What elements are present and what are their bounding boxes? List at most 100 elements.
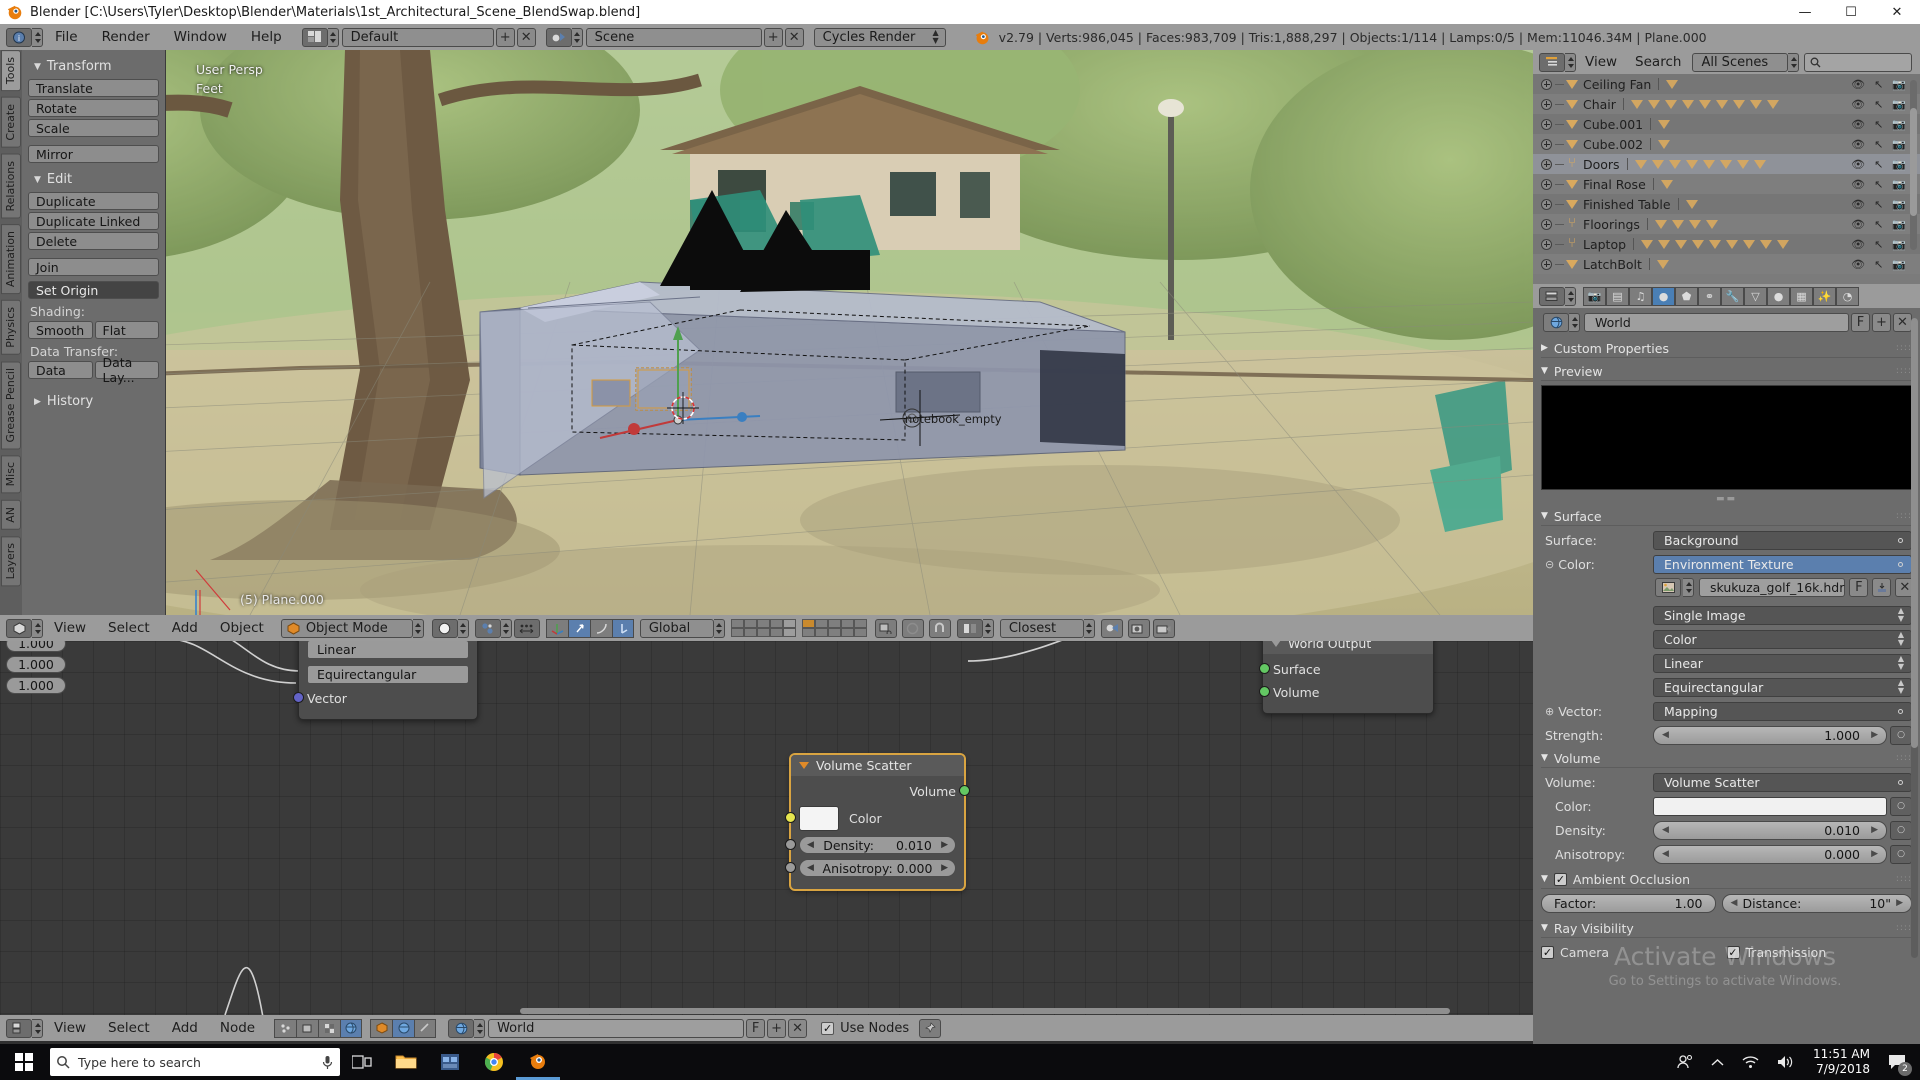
snap-element-icon[interactable]	[956, 618, 983, 638]
node-fake-user-button[interactable]: F	[746, 1018, 766, 1038]
outliner-child-data-icon[interactable]	[1705, 219, 1718, 229]
outliner-row[interactable]: Chair 👁 ↖ 📷	[1533, 94, 1920, 114]
section-header-volume[interactable]: ▼ Volume ::::	[1541, 749, 1912, 768]
render-tab-icon[interactable]: 📷	[1583, 286, 1606, 306]
volume-density-animate-button[interactable]: ○	[1890, 820, 1912, 840]
world-unlink-button[interactable]: ✕	[1893, 313, 1912, 332]
outliner-child-data-icon[interactable]	[1732, 99, 1745, 109]
render-still-icon[interactable]	[1127, 618, 1150, 638]
shader-target-buttons[interactable]	[370, 1018, 437, 1038]
volume-color-swatch[interactable]	[1653, 796, 1887, 816]
side-value-1[interactable]: 1.000	[6, 656, 66, 673]
outliner-row[interactable]: ⑂ Laptop 👁 ↖ 📷	[1533, 234, 1920, 254]
lock-to-scene-icon[interactable]	[874, 618, 897, 638]
snap-target-spinner[interactable]	[1083, 618, 1095, 638]
eye-icon[interactable]: 👁	[1851, 238, 1865, 251]
outliner-child-data-icon[interactable]	[1709, 239, 1722, 249]
outliner-child-data-icon[interactable]	[1692, 239, 1705, 249]
cursor-icon[interactable]: ↖	[1874, 118, 1883, 131]
world-name-field[interactable]: World	[1584, 313, 1849, 332]
scene-icon[interactable]	[545, 27, 572, 47]
physics-tab-icon[interactable]: ◔	[1836, 286, 1859, 306]
properties-editor-icon[interactable]	[1539, 286, 1565, 306]
volume-shader-field[interactable]: Volume Scatter	[1653, 772, 1912, 792]
outliner-child-data-icon[interactable]	[1656, 259, 1669, 269]
cursor-icon[interactable]: ↖	[1874, 98, 1883, 111]
cursor-icon[interactable]: ↖	[1874, 178, 1883, 191]
add-screen-button[interactable]: +	[495, 27, 515, 47]
section-header-surface[interactable]: ▼ Surface ::::	[1541, 507, 1912, 526]
outliner-child-data-icon[interactable]	[1753, 159, 1766, 169]
shader-type-buttons[interactable]	[274, 1018, 363, 1038]
surface-shader-field[interactable]: Background	[1653, 530, 1912, 550]
node-menu-node[interactable]: Node	[209, 1020, 266, 1036]
outliner-child-data-icon[interactable]	[1634, 159, 1647, 169]
strength-animate-button[interactable]: ○	[1890, 725, 1912, 745]
outliner-child-data-icon[interactable]	[1681, 99, 1694, 109]
world-target-icon[interactable]	[392, 1018, 415, 1038]
outliner-editor-spinner[interactable]	[1565, 52, 1576, 72]
expand-icon[interactable]	[1541, 238, 1552, 250]
cursor-icon[interactable]: ↖	[1874, 218, 1883, 231]
color-space-field[interactable]: Color ▲ ▼	[1653, 629, 1912, 649]
modifiers-tab-icon[interactable]: 🔧	[1721, 286, 1744, 306]
cursor-icon[interactable]: ↖	[1874, 198, 1883, 211]
outliner-child-data-icon[interactable]	[1743, 239, 1756, 249]
section-header-ray-visibility[interactable]: ▼ Ray Visibility ::::	[1541, 919, 1912, 938]
color-input-socket[interactable]	[785, 812, 796, 823]
world-shader-icon[interactable]	[340, 1018, 363, 1038]
outliner-child-data-icon[interactable]	[1658, 139, 1671, 149]
outliner-child-data-icon[interactable]	[1671, 219, 1684, 229]
outliner-menu-view[interactable]: View	[1576, 54, 1626, 70]
ambient-occlusion-checkbox[interactable]: ✓	[1553, 872, 1567, 886]
eye-icon[interactable]: 👁	[1851, 158, 1865, 171]
outliner-child-data-icon[interactable]	[1760, 239, 1773, 249]
outliner-child-data-icon[interactable]	[1658, 239, 1671, 249]
node-unlink-datablock-button[interactable]: ✕	[788, 1018, 808, 1038]
camera-icon[interactable]: 📷	[1892, 198, 1906, 211]
pivot-icon[interactable]	[474, 618, 501, 638]
object-tab-icon[interactable]: ⬟	[1675, 286, 1698, 306]
decrement-arrow-icon[interactable]: ◀	[807, 840, 814, 850]
node-editor-icon[interactable]	[6, 1018, 32, 1038]
properties-editor-type-selector[interactable]	[1537, 286, 1576, 306]
outliner-child-data-icon[interactable]	[1685, 159, 1698, 169]
menu-render[interactable]: Render	[90, 27, 162, 47]
increment-arrow-icon[interactable]: ▶	[1871, 730, 1878, 740]
outliner-row[interactable]: Finished Table 👁 ↖ 📷	[1533, 194, 1920, 214]
snap-element-spinner[interactable]	[982, 618, 994, 638]
task-view-icon[interactable]	[340, 1044, 384, 1080]
eye-icon[interactable]: 👁	[1851, 118, 1865, 131]
image-fake-user-button[interactable]: F	[1849, 578, 1869, 597]
outliner-search-input[interactable]	[1804, 52, 1913, 72]
node-datablock-field[interactable]: World	[488, 1018, 745, 1038]
set-origin-button[interactable]: Set Origin	[28, 281, 159, 299]
eye-icon[interactable]: 👁	[1851, 258, 1865, 271]
outliner-tree[interactable]: Ceiling Fan 👁 ↖ 📷 Chair 👁 ↖ 📷 Cube.001 👁 ↖ 📷 Cube.00…	[1533, 74, 1920, 284]
world-icon[interactable]	[448, 1018, 475, 1038]
outliner-child-data-icon[interactable]	[1630, 99, 1643, 109]
side-value-2[interactable]: 1.000	[6, 677, 66, 694]
texture-shader-icon[interactable]	[318, 1018, 341, 1038]
duplicate-button[interactable]: Duplicate	[28, 192, 159, 210]
info-editor-spinner[interactable]	[32, 27, 43, 47]
data-transfer-button[interactable]: Data	[28, 361, 93, 379]
outliner-editor-type-selector[interactable]	[1537, 52, 1576, 72]
outliner-child-data-icon[interactable]	[1777, 239, 1790, 249]
screen-layout-icon[interactable]	[301, 27, 328, 47]
outliner-row[interactable]: Ceiling Fan 👁 ↖ 📷	[1533, 74, 1920, 94]
increment-arrow-icon[interactable]: ▶	[1896, 898, 1903, 908]
panel-header-transform[interactable]: ▼ Transform	[28, 56, 159, 79]
outliner-scrollbar[interactable]	[1910, 80, 1917, 250]
tab-tools[interactable]: Tools	[1, 50, 21, 92]
decrement-arrow-icon[interactable]: ◀	[807, 863, 814, 873]
particle-shader-icon[interactable]	[274, 1018, 297, 1038]
density-field[interactable]: ◀ Density: 0.010 ▶	[799, 836, 956, 854]
outliner-child-data-icon[interactable]	[1666, 79, 1679, 89]
blender-taskbar-icon[interactable]	[428, 1044, 472, 1080]
eye-icon[interactable]: 👁	[1851, 198, 1865, 211]
expand-icon[interactable]	[1541, 118, 1552, 130]
strength-slider[interactable]: ◀ 1.000 ▶	[1653, 725, 1887, 745]
outliner-child-data-icon[interactable]	[1726, 239, 1739, 249]
collapse-triangle-icon[interactable]	[799, 762, 809, 769]
